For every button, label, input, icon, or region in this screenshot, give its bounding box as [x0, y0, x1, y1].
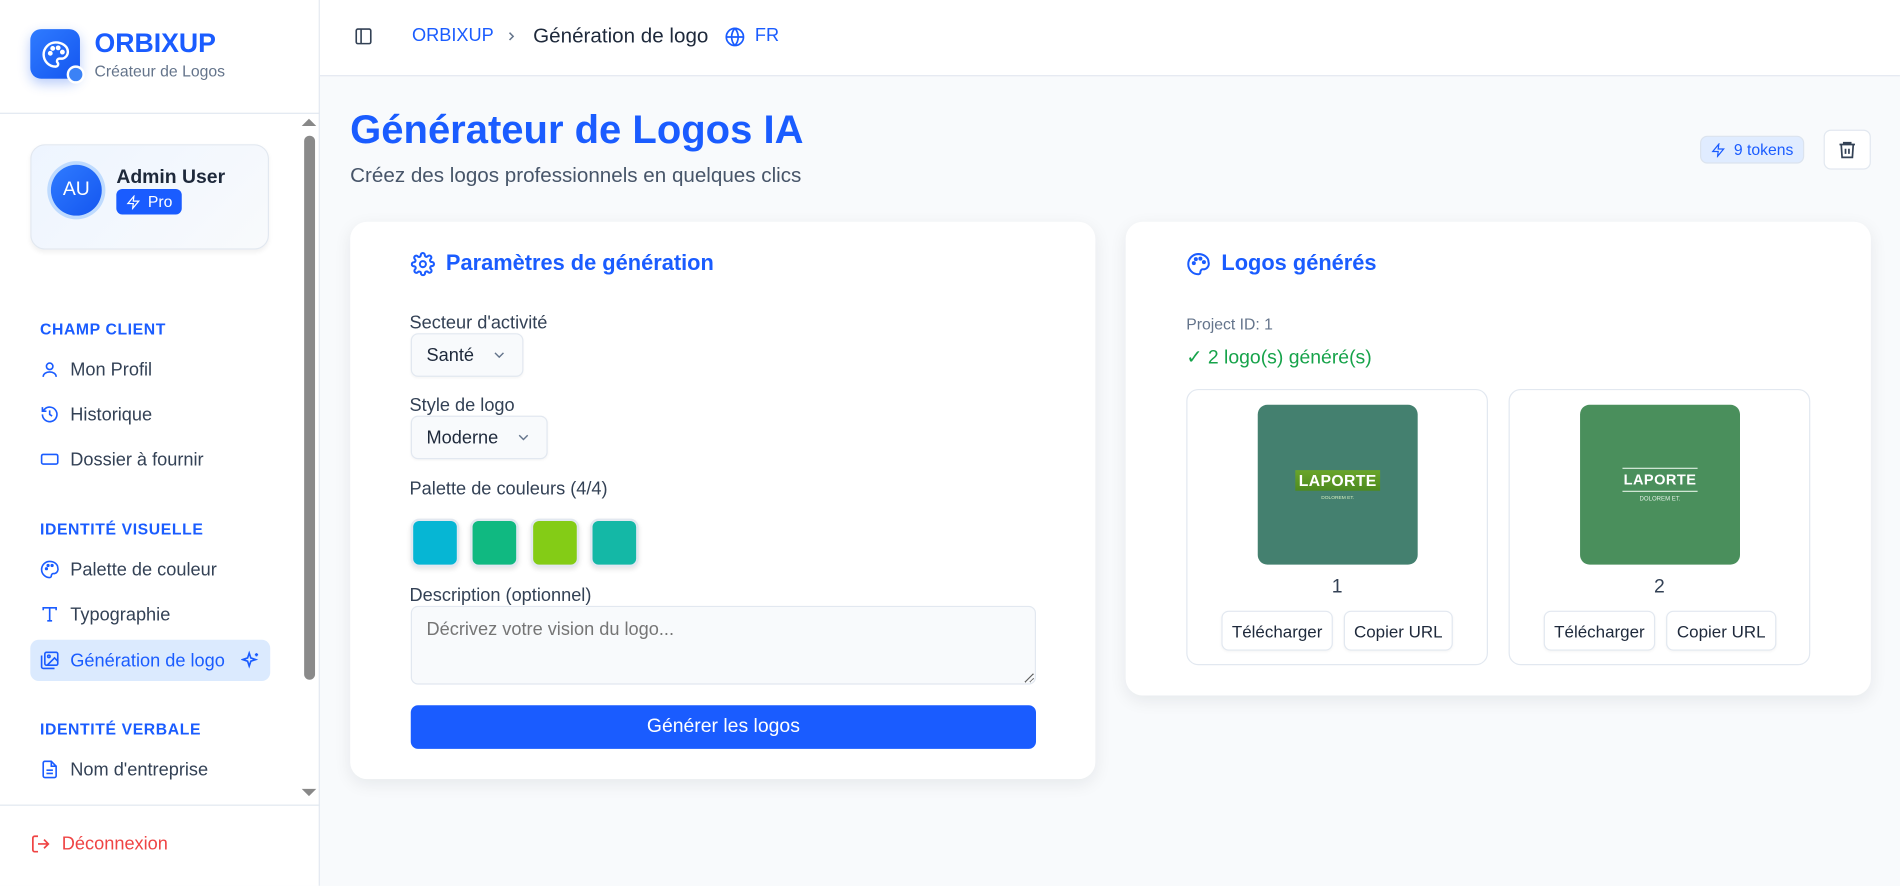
project-id: Project ID: 1	[1186, 315, 1273, 334]
zap-icon	[1711, 142, 1725, 157]
style-label: Style de logo	[409, 395, 515, 416]
logo-brand-text: LAPORTE	[1622, 467, 1698, 492]
sidebar-item-mon-profil[interactable]: Mon Profil	[30, 349, 270, 390]
copy-url-button[interactable]: Copier URL	[1666, 610, 1777, 651]
language-selector[interactable]: FR	[755, 25, 779, 46]
scroll-up-arrow[interactable]	[301, 118, 317, 127]
folder-icon	[40, 453, 59, 465]
color-swatch[interactable]	[530, 518, 580, 568]
results-heading: Logos générés	[1186, 250, 1377, 276]
globe-icon[interactable]	[725, 27, 746, 48]
tokens-badge: 9 tokens	[1700, 135, 1805, 164]
logo-number: 2	[1654, 576, 1665, 598]
scroll-down-arrow[interactable]	[301, 788, 317, 797]
description-input[interactable]	[410, 605, 1037, 685]
color-swatch[interactable]	[590, 518, 639, 568]
tokens-count: 9 tokens	[1733, 140, 1794, 159]
scrollbar-thumb[interactable]	[304, 135, 316, 680]
sidebar-item-label: Mon Profil	[70, 359, 153, 380]
image-icon	[40, 651, 59, 670]
logo-tagline: DOLOREM ET.	[1321, 493, 1355, 500]
color-swatch[interactable]	[470, 518, 519, 568]
download-button[interactable]: Télécharger	[1543, 610, 1656, 651]
delete-button[interactable]	[1823, 129, 1871, 170]
generation-params-card	[350, 221, 1096, 780]
logo-card: LAPORTE DOLOREM ET. 2 Télécharger Copier…	[1508, 388, 1811, 666]
chevron-down-icon	[494, 352, 505, 359]
sidebar: ORBIXUP Créateur de Logos AU Admin User …	[0, 0, 320, 886]
sidebar-item-label: Nom d'entreprise	[70, 759, 209, 780]
palette-icon	[40, 560, 59, 579]
sidebar-item-label: Typographie	[70, 604, 171, 625]
user-icon	[42, 362, 57, 377]
sidebar-item-palette[interactable]: Palette de couleur	[30, 549, 270, 590]
sidebar-item-historique[interactable]: Historique	[30, 394, 270, 435]
sidebar-toggle-icon[interactable]	[354, 27, 373, 46]
sector-label: Secteur d'activité	[409, 312, 548, 334]
logo-card: LAPORTE DOLOREM ET. 1 Télécharger Copier…	[1186, 388, 1488, 666]
sidebar-item-label: Dossier à fournir	[70, 448, 204, 470]
sector-select[interactable]: Santé	[410, 333, 524, 377]
type-icon	[42, 607, 57, 622]
logo-image[interactable]: LAPORTE DOLOREM ET.	[1257, 404, 1418, 565]
logo-number: 1	[1331, 576, 1343, 598]
palette-label: Palette de couleurs (4/4)	[409, 478, 608, 500]
section-title-identite-visuelle: IDENTITÉ VISUELLE	[39, 519, 204, 538]
plan-label: Pro	[147, 192, 173, 211]
section-title-identite-verbale: IDENTITÉ VERBALE	[39, 719, 202, 738]
description-label: Description (optionnel)	[409, 585, 592, 606]
logout-button[interactable]: Déconnexion	[30, 833, 168, 855]
user-card: AU Admin User Pro	[30, 144, 269, 250]
logo-brand-text: LAPORTE	[1295, 469, 1381, 491]
zap-icon	[126, 194, 141, 210]
results-heading-text: Logos générés	[1221, 250, 1377, 276]
sidebar-item-generation-logo[interactable]: Génération de logo	[30, 639, 271, 681]
logo-image[interactable]: LAPORTE DOLOREM ET.	[1580, 404, 1741, 565]
app-logo	[30, 29, 85, 84]
download-button[interactable]: Télécharger	[1221, 610, 1333, 651]
style-value: Moderne	[426, 427, 499, 448]
sidebar-item-nom-entreprise[interactable]: Nom d'entreprise	[30, 749, 270, 790]
palette-icon	[1187, 252, 1210, 275]
plan-badge: Pro	[116, 189, 183, 215]
breadcrumb-root[interactable]: ORBIXUP	[412, 25, 494, 46]
breadcrumb-current: Génération de logo	[533, 24, 709, 48]
divider	[0, 804, 320, 806]
gear-icon	[410, 251, 435, 276]
sidebar-item-dossier[interactable]: Dossier à fournir	[30, 439, 270, 480]
section-title-champ-client: CHAMP CLIENT	[39, 319, 166, 339]
trash-icon	[1839, 141, 1855, 159]
logout-icon	[32, 835, 50, 853]
copy-url-button[interactable]: Copier URL	[1343, 610, 1453, 651]
avatar: AU	[50, 164, 102, 216]
sidebar-item-typographie[interactable]: Typographie	[30, 594, 270, 635]
generate-button[interactable]: Générer les logos	[410, 705, 1037, 749]
page-subtitle: Créez des logos professionnels en quelqu…	[350, 163, 802, 187]
brand-subtitle: Créateur de Logos	[94, 61, 225, 80]
divider	[0, 112, 320, 114]
logo-tagline: DOLOREM ET.	[1639, 494, 1681, 503]
sparkles-icon	[241, 650, 259, 669]
user-name: Admin User	[116, 167, 226, 188]
sidebar-item-label: Historique	[70, 404, 153, 425]
file-text-icon	[42, 760, 57, 779]
history-icon	[41, 406, 58, 423]
generation-status: ✓ 2 logo(s) généré(s)	[1186, 347, 1372, 369]
palette-icon	[41, 40, 69, 68]
chevron-right-icon	[508, 32, 515, 41]
brand-name: ORBIXUP	[94, 27, 216, 59]
params-heading: Paramètres de génération	[410, 250, 714, 276]
chevron-down-icon	[518, 434, 529, 441]
page-title: Générateur de Logos IA	[350, 106, 804, 152]
color-swatch[interactable]	[410, 518, 460, 568]
params-heading-text: Paramètres de génération	[445, 250, 714, 276]
sector-value: Santé	[426, 344, 475, 366]
sidebar-item-label: Génération de logo	[70, 650, 225, 671]
status-dot	[66, 65, 85, 84]
top-header: ORBIXUP Génération de logo FR	[319, 0, 1900, 77]
sidebar-item-label: Palette de couleur	[70, 559, 217, 580]
logout-label: Déconnexion	[61, 833, 168, 855]
style-select[interactable]: Moderne	[410, 415, 548, 460]
